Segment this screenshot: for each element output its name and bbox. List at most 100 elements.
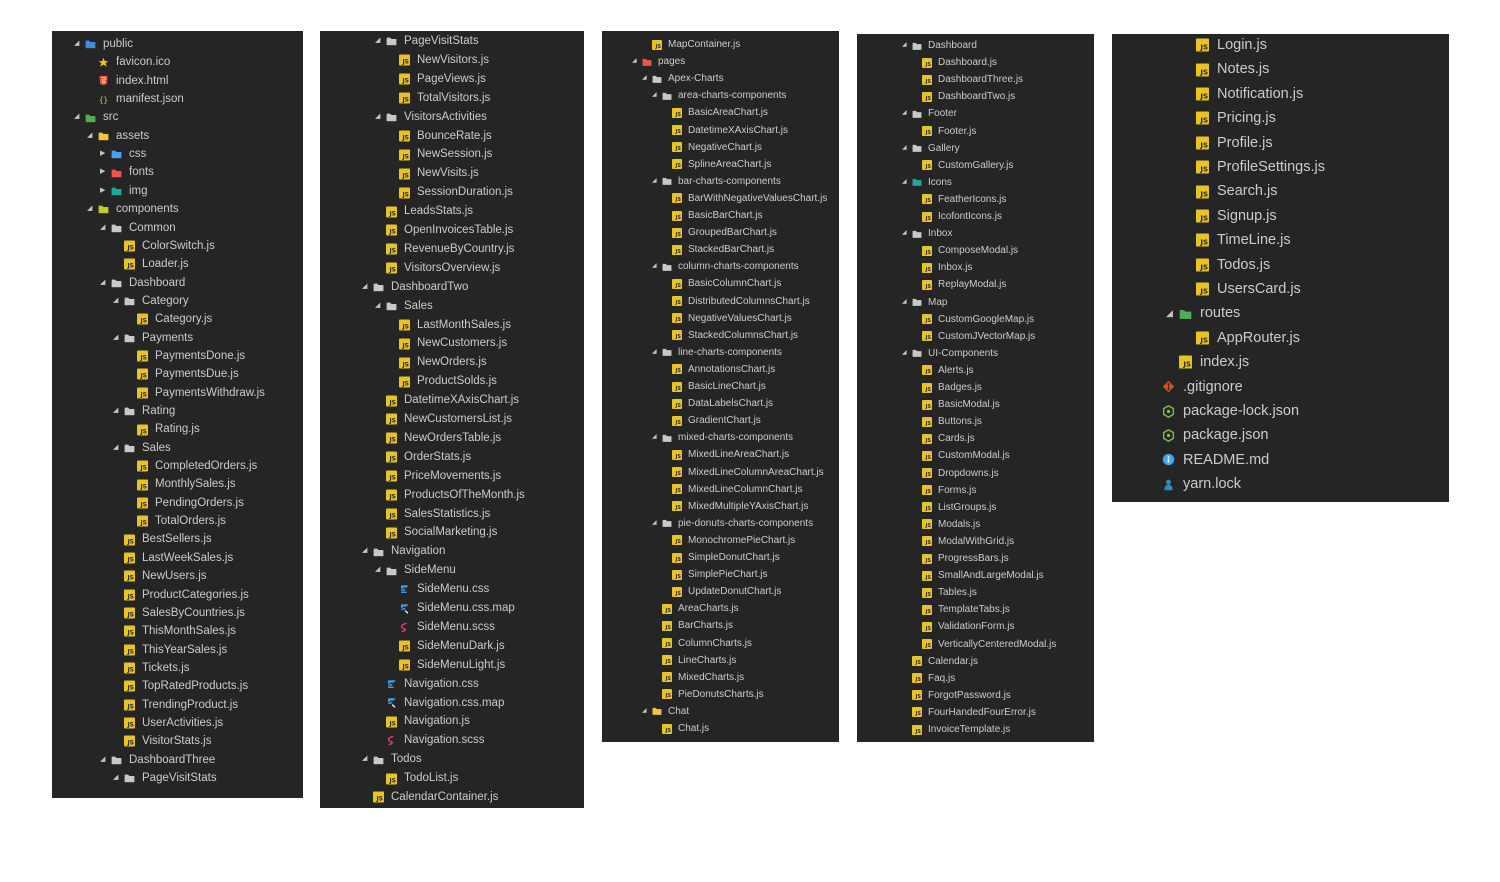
file-item-newvisitors-js[interactable]: JS NewVisitors.js: [320, 51, 584, 70]
file-item-dashboardthree-js[interactable]: JS DashboardThree.js: [857, 71, 1094, 88]
file-item-buttons-js[interactable]: JS Buttons.js: [857, 413, 1094, 430]
folder-item-ui-components[interactable]: ◢ UI-Components: [857, 345, 1094, 362]
file-item-templatetabs-js[interactable]: JS TemplateTabs.js: [857, 601, 1094, 618]
chevron-down-icon[interactable]: ◢: [642, 70, 647, 87]
folder-item-map[interactable]: ◢ Map: [857, 294, 1094, 311]
file-item-thismonthsales-js[interactable]: JS ThisMonthSales.js: [52, 622, 303, 640]
file-item-sidemenulight-js[interactable]: JS SideMenuLight.js: [320, 656, 584, 675]
file-item-negativechart-js[interactable]: JS NegativeChart.js: [602, 139, 839, 156]
file-item-neworderstable-js[interactable]: JS NewOrdersTable.js: [320, 429, 584, 448]
folder-item-sales[interactable]: ◢ Sales: [52, 439, 303, 457]
chevron-down-icon[interactable]: ◢: [113, 292, 118, 310]
folder-item-rating[interactable]: ◢ Rating: [52, 402, 303, 420]
file-item-totalvisitors-js[interactable]: JS TotalVisitors.js: [320, 89, 584, 108]
file-item-cards-js[interactable]: JS Cards.js: [857, 430, 1094, 447]
chevron-down-icon[interactable]: ◢: [87, 127, 92, 145]
file-item-sessionduration-js[interactable]: JS SessionDuration.js: [320, 183, 584, 202]
file-item-basicbarchart-js[interactable]: JS BasicBarChart.js: [602, 207, 839, 224]
chevron-down-icon[interactable]: ◢: [902, 345, 907, 362]
chevron-down-icon[interactable]: ◢: [113, 769, 118, 787]
folder-item-navigation[interactable]: ◢ Navigation: [320, 542, 584, 561]
file-item-package-json[interactable]: package.json: [1112, 423, 1449, 447]
folder-item-src[interactable]: ◢ src: [52, 108, 303, 126]
folder-item-public[interactable]: ◢ public: [52, 35, 303, 53]
file-item-mixedlineareachart-js[interactable]: JS MixedLineAreaChart.js: [602, 446, 839, 463]
folder-item-img[interactable]: ▶ img: [52, 182, 303, 200]
chevron-down-icon[interactable]: ◢: [902, 140, 907, 157]
file-item-simplepiechart-js[interactable]: JS SimplePieChart.js: [602, 566, 839, 583]
chevron-down-icon[interactable]: ◢: [642, 703, 647, 720]
chevron-down-icon[interactable]: ◢: [1166, 301, 1173, 325]
chevron-down-icon[interactable]: ◢: [113, 402, 118, 420]
file-item-custommodal-js[interactable]: JS CustomModal.js: [857, 447, 1094, 464]
folder-item-inbox[interactable]: ◢ Inbox: [857, 225, 1094, 242]
folder-item-icons[interactable]: ◢ Icons: [857, 174, 1094, 191]
file-item-sidemenu-css-map[interactable]: SideMenu.css.map: [320, 599, 584, 618]
file-item-productcategories-js[interactable]: JS ProductCategories.js: [52, 586, 303, 604]
file-item-basiclinechart-js[interactable]: JS BasicLineChart.js: [602, 378, 839, 395]
file-item-orderstats-js[interactable]: JS OrderStats.js: [320, 448, 584, 467]
file-item-mixedlinecolumnareachart-js[interactable]: JS MixedLineColumnAreaChart.js: [602, 464, 839, 481]
file-item-neworders-js[interactable]: JS NewOrders.js: [320, 353, 584, 372]
chevron-right-icon[interactable]: ▶: [100, 182, 105, 200]
file-item-piedonutscharts-js[interactable]: JS PieDonutsCharts.js: [602, 686, 839, 703]
chevron-down-icon[interactable]: ◢: [652, 515, 657, 532]
folder-item-fonts[interactable]: ▶ fonts: [52, 163, 303, 181]
file-item-newusers-js[interactable]: JS NewUsers.js: [52, 567, 303, 585]
file-item-productsofthemonth-js[interactable]: JS ProductsOfTheMonth.js: [320, 486, 584, 505]
chevron-down-icon[interactable]: ◢: [362, 750, 367, 769]
file-item-fourhandedfourerror-js[interactable]: JS FourHandedFourError.js: [857, 704, 1094, 721]
file-item-mixedcharts-js[interactable]: JS MixedCharts.js: [602, 669, 839, 686]
file-item-feathericons-js[interactable]: JS FeatherIcons.js: [857, 191, 1094, 208]
file-item-newvisits-js[interactable]: JS NewVisits.js: [320, 164, 584, 183]
file-item-userscard-js[interactable]: JS UsersCard.js: [1112, 277, 1449, 301]
folder-item-line-charts-components[interactable]: ◢ line-charts-components: [602, 344, 839, 361]
file-item-newcustomers-js[interactable]: JS NewCustomers.js: [320, 334, 584, 353]
folder-item-todos[interactable]: ◢ Todos: [320, 750, 584, 769]
file-item-dashboard-js[interactable]: JS Dashboard.js: [857, 54, 1094, 71]
file-item-paymentswithdraw-js[interactable]: JS PaymentsWithdraw.js: [52, 384, 303, 402]
file-item-monochromepiechart-js[interactable]: JS MonochromePieChart.js: [602, 532, 839, 549]
folder-item-routes[interactable]: ◢ routes: [1112, 301, 1449, 325]
file-item-modals-js[interactable]: JS Modals.js: [857, 516, 1094, 533]
file-item-basicareachart-js[interactable]: JS BasicAreaChart.js: [602, 104, 839, 121]
folder-item-dashboard[interactable]: ◢ Dashboard: [857, 37, 1094, 54]
chevron-down-icon[interactable]: ◢: [74, 35, 79, 53]
file-item-manifest-json[interactable]: {} manifest.json: [52, 90, 303, 108]
folder-item-dashboardthree[interactable]: ◢ DashboardThree: [52, 751, 303, 769]
file-item-todolist-js[interactable]: JS TodoList.js: [320, 769, 584, 788]
file-item-forgotpassword-js[interactable]: JS ForgotPassword.js: [857, 687, 1094, 704]
file-item-profilesettings-js[interactable]: JS ProfileSettings.js: [1112, 155, 1449, 179]
file-item-monthlysales-js[interactable]: JS MonthlySales.js: [52, 475, 303, 493]
chevron-right-icon[interactable]: ▶: [100, 163, 105, 181]
chevron-down-icon[interactable]: ◢: [902, 37, 907, 54]
chevron-down-icon[interactable]: ◢: [902, 225, 907, 242]
file-item-mixedmultipleyaxischart-js[interactable]: JS MixedMultipleYAxisChart.js: [602, 498, 839, 515]
file-item-trendingproduct-js[interactable]: JS TrendingProduct.js: [52, 696, 303, 714]
file-item-lastmonthsales-js[interactable]: JS LastMonthSales.js: [320, 316, 584, 335]
file-item-visitorstats-js[interactable]: JS VisitorStats.js: [52, 732, 303, 750]
file-item-search-js[interactable]: JS Search.js: [1112, 179, 1449, 203]
file-item-todos-js[interactable]: JS Todos.js: [1112, 253, 1449, 277]
file-item-topratedproducts-js[interactable]: JS TopRatedProducts.js: [52, 677, 303, 695]
folder-item-pagevisitstats[interactable]: ◢ PageVisitStats: [320, 32, 584, 51]
chevron-down-icon[interactable]: ◢: [375, 108, 380, 127]
chevron-down-icon[interactable]: ◢: [902, 174, 907, 191]
file-item-notification-js[interactable]: JS Notification.js: [1112, 82, 1449, 106]
file-item-stackedcolumnschart-js[interactable]: JS StackedColumnsChart.js: [602, 327, 839, 344]
folder-item-mixed-charts-components[interactable]: ◢ mixed-charts-components: [602, 429, 839, 446]
file-item-negativevalueschart-js[interactable]: JS NegativeValuesChart.js: [602, 310, 839, 327]
file-item-gitignore[interactable]: .gitignore: [1112, 375, 1449, 399]
folder-item-column-charts-components[interactable]: ◢ column-charts-components: [602, 258, 839, 275]
file-item-navigation-js[interactable]: JS Navigation.js: [320, 712, 584, 731]
folder-item-visitorsactivities[interactable]: ◢ VisitorsActivities: [320, 108, 584, 127]
file-item-pendingorders-js[interactable]: JS PendingOrders.js: [52, 494, 303, 512]
chevron-down-icon[interactable]: ◢: [902, 105, 907, 122]
file-item-distributedcolumnschart-js[interactable]: JS DistributedColumnsChart.js: [602, 293, 839, 310]
file-item-approuter-js[interactable]: JS AppRouter.js: [1112, 326, 1449, 350]
chevron-down-icon[interactable]: ◢: [113, 329, 118, 347]
file-item-timeline-js[interactable]: JS TimeLine.js: [1112, 228, 1449, 252]
file-item-linecharts-js[interactable]: JS LineCharts.js: [602, 652, 839, 669]
file-item-listgroups-js[interactable]: JS ListGroups.js: [857, 499, 1094, 516]
file-item-colorswitch-js[interactable]: JS ColorSwitch.js: [52, 237, 303, 255]
